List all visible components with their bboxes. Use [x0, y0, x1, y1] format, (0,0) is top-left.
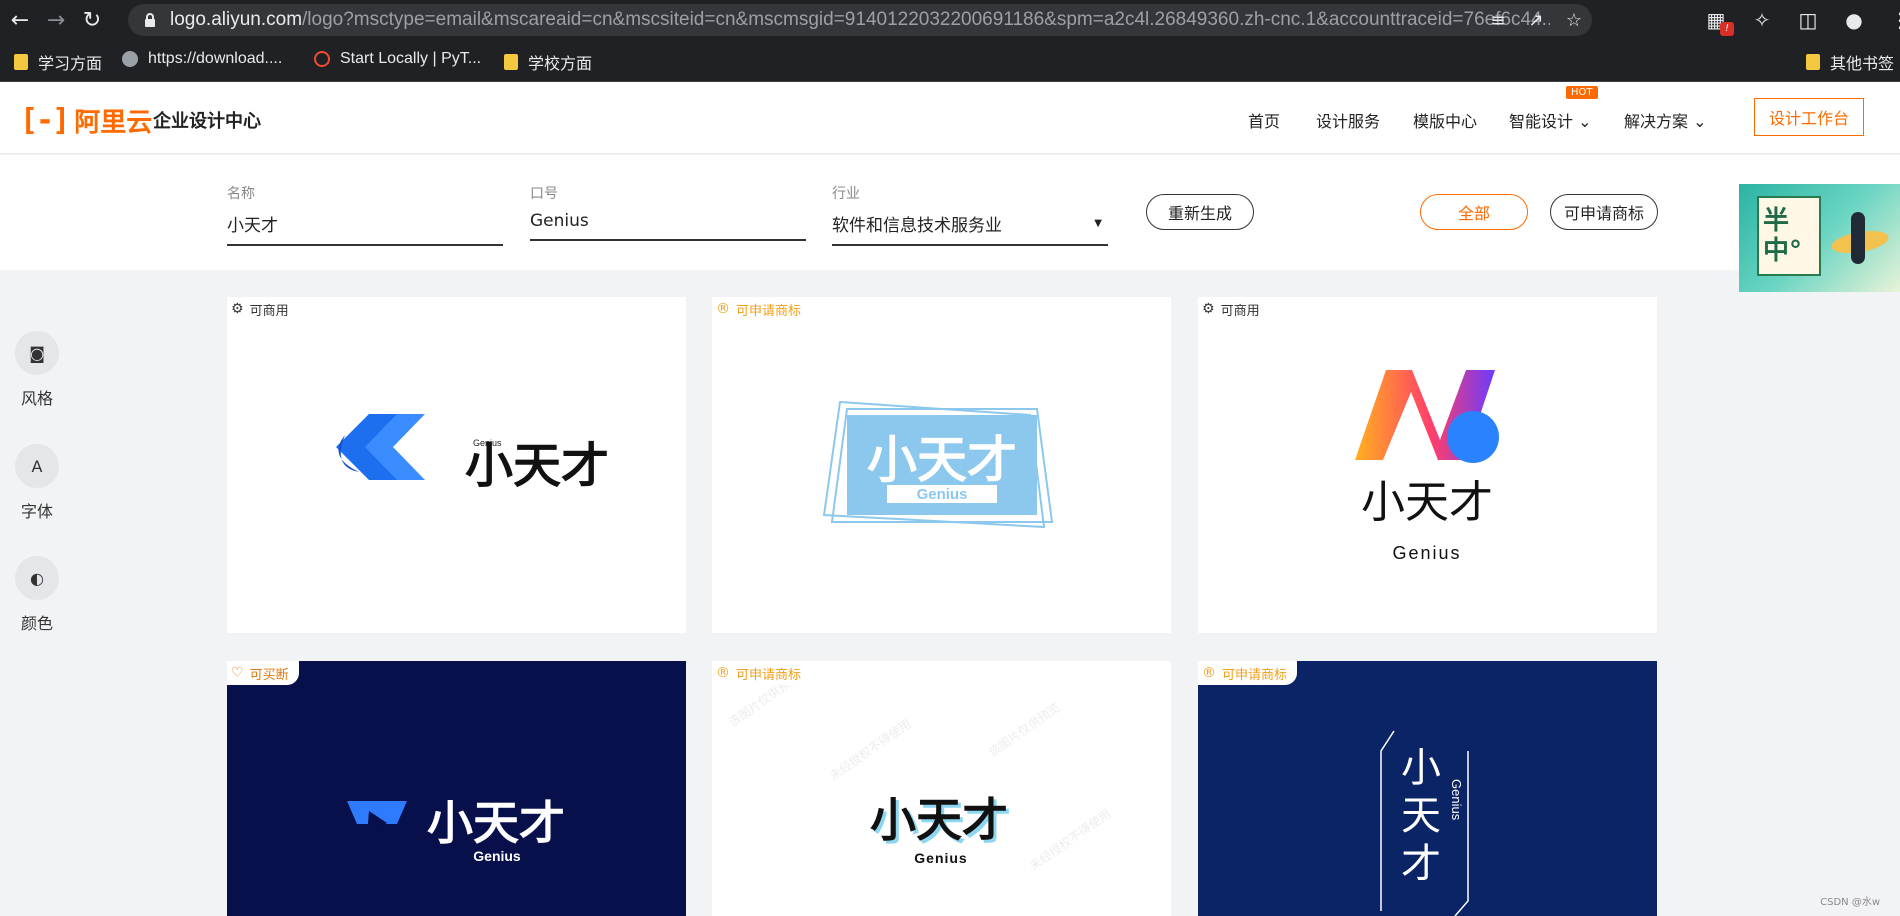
workbench-button[interactable]: 设计工作台 [1754, 98, 1864, 136]
share-icon[interactable]: ↗ [1524, 8, 1548, 32]
logo-card[interactable]: ® 可申请商标 小天才 Genius [1198, 661, 1657, 916]
surfer-icon [1851, 212, 1865, 264]
logo-preview: Genius 小天才 [336, 414, 609, 494]
name-input[interactable]: 小天才 [227, 211, 503, 246]
registered-icon: ® [716, 665, 730, 681]
gear-icon: ⚙ [1202, 301, 1215, 317]
logo-card[interactable]: ® 可申请商标 小天才 Genius [712, 297, 1171, 633]
bookmark-item[interactable]: https://download.... [122, 50, 282, 68]
logo-preview: 小天才 小天才 Genius [870, 793, 1011, 866]
slogan-field[interactable]: 口号 Genius [530, 183, 806, 241]
nav-template-center[interactable]: 模版中心 [1413, 108, 1477, 132]
svg-text:Genius: Genius [1449, 779, 1464, 821]
logo-preview: 小天才 Genius [1380, 730, 1469, 916]
bookmarks-bar: 学习方面 https://download.... Start Locally … [0, 40, 1900, 82]
logo-card[interactable]: ⚙ 可商用 小天才 Genius [1198, 297, 1657, 633]
svg-text:小天才: 小天才 [867, 431, 1017, 489]
other-bookmarks[interactable]: 其他书签 [1806, 50, 1894, 74]
logo-preview: 小天才 Genius [1355, 370, 1499, 563]
card-tag: ® 可申请商标 [712, 661, 812, 685]
card-tag: ® 可申请商标 [1198, 661, 1298, 685]
filter-all[interactable]: 全部 [1420, 194, 1528, 230]
extension-icon[interactable]: ▦! [1700, 4, 1734, 36]
slogan-input[interactable]: Genius [530, 211, 806, 241]
chat-icon: ♡ [231, 665, 244, 681]
forward-icon[interactable]: → [38, 2, 74, 38]
folder-icon [504, 54, 518, 70]
style-icon: ◙ [15, 331, 59, 375]
svg-text:小天才: 小天才 [870, 793, 1008, 847]
nav-solutions[interactable]: 解决方案 ⌄ [1624, 108, 1707, 132]
url-text: logo.aliyun.com/logo?msctype=email&mscar… [170, 9, 1550, 30]
chevron-down-icon: ⌄ [1578, 112, 1592, 131]
svg-text:小天才: 小天才 [465, 438, 609, 494]
chevron-down-icon: ⌄ [1693, 112, 1707, 131]
svg-text:Genius: Genius [917, 486, 968, 503]
color-tool[interactable]: ◐ 颜色 [14, 556, 60, 634]
svg-text:Genius: Genius [473, 848, 521, 864]
puzzle-icon[interactable]: ✧ [1746, 4, 1778, 36]
filter-trademark[interactable]: 可申请商标 [1550, 194, 1658, 230]
bookmark-item[interactable]: 学习方面 [14, 50, 102, 74]
name-field[interactable]: 名称 小天才 [227, 183, 503, 246]
logo-preview: 小天才 Genius [347, 796, 565, 864]
nav-home[interactable]: 首页 [1248, 108, 1280, 132]
style-tool[interactable]: ◙ 风格 [14, 331, 60, 409]
pytorch-icon [314, 51, 330, 67]
industry-field[interactable]: 行业 软件和信息技术服务业 ▼ [832, 183, 1108, 246]
translate-icon[interactable]: ≡ [1486, 8, 1510, 32]
regenerate-button[interactable]: 重新生成 [1146, 194, 1254, 230]
card-tag: ⚙ 可商用 [227, 297, 299, 321]
logo-preview: 小天才 Genius [822, 400, 1054, 529]
ad-banner[interactable]: 半中° [1739, 184, 1900, 292]
svg-text:Genius: Genius [1392, 543, 1461, 563]
menu-icon[interactable]: ⋮ [1884, 4, 1900, 36]
site-header: [-] 阿里云 企业设计中心 首页 设计服务 模版中心 智能设计 ⌄ HOT 解… [0, 82, 1900, 154]
sidepanel-icon[interactable]: ◫ [1792, 4, 1824, 36]
logo-card[interactable]: ♡ 可买断 小天才 Genius [227, 661, 686, 916]
svg-text:小天才: 小天才 [427, 796, 565, 850]
logo-form: 名称 小天才 口号 Genius 行业 软件和信息技术服务业 ▼ 重新生成 全部 … [0, 155, 1900, 270]
font-icon: A [15, 444, 59, 488]
site-title: 企业设计中心 [153, 111, 261, 132]
svg-text:小天才: 小天才 [1361, 477, 1493, 528]
aliyun-logo[interactable]: [-] 阿里云 [20, 102, 152, 139]
nav-smart-design[interactable]: 智能设计 ⌄ [1509, 108, 1592, 132]
registered-icon: ® [716, 301, 730, 317]
csdn-watermark: CSDN @水w [1820, 897, 1880, 908]
svg-text:Genius: Genius [914, 850, 967, 866]
globe-icon [122, 51, 138, 67]
lock-icon [145, 13, 155, 27]
browser-toolbar: ← → ↻ logo.aliyun.com/logo?msctype=email… [0, 0, 1900, 40]
folder-icon [14, 54, 28, 70]
logo-card[interactable]: ⚙ 可商用 Genius 小天才 [227, 297, 686, 633]
hot-badge: HOT [1566, 86, 1598, 99]
card-tag: ♡ 可买断 [227, 661, 299, 685]
star-icon[interactable]: ☆ [1562, 8, 1586, 32]
bookmark-item[interactable]: Start Locally | PyT... [314, 50, 481, 68]
registered-icon: ® [1202, 665, 1216, 681]
address-bar[interactable]: logo.aliyun.com/logo?msctype=email&mscar… [128, 4, 1592, 36]
card-tag: ⚙ 可商用 [1198, 297, 1270, 321]
card-tag: ® 可申请商标 [712, 297, 812, 321]
profile-icon[interactable]: ● [1838, 4, 1870, 36]
palette-icon: ◐ [15, 556, 59, 600]
folder-icon [1806, 54, 1820, 70]
back-icon[interactable]: ← [2, 2, 38, 38]
dropdown-caret-icon: ▼ [1094, 218, 1102, 229]
bookmark-item[interactable]: 学校方面 [504, 50, 592, 74]
logo-card[interactable]: ® 可申请商标 小天才 小天才 Genius 该图片仅供预览 未经授权不得使用 该… [712, 661, 1171, 916]
brand-char: 小天才 [1401, 745, 1441, 887]
gear-icon: ⚙ [231, 301, 244, 317]
reload-icon[interactable]: ↻ [74, 2, 110, 38]
nav-design-service[interactable]: 设计服务 [1316, 108, 1380, 132]
industry-select[interactable]: 软件和信息技术服务业 ▼ [832, 211, 1108, 246]
font-tool[interactable]: A 字体 [14, 444, 60, 522]
